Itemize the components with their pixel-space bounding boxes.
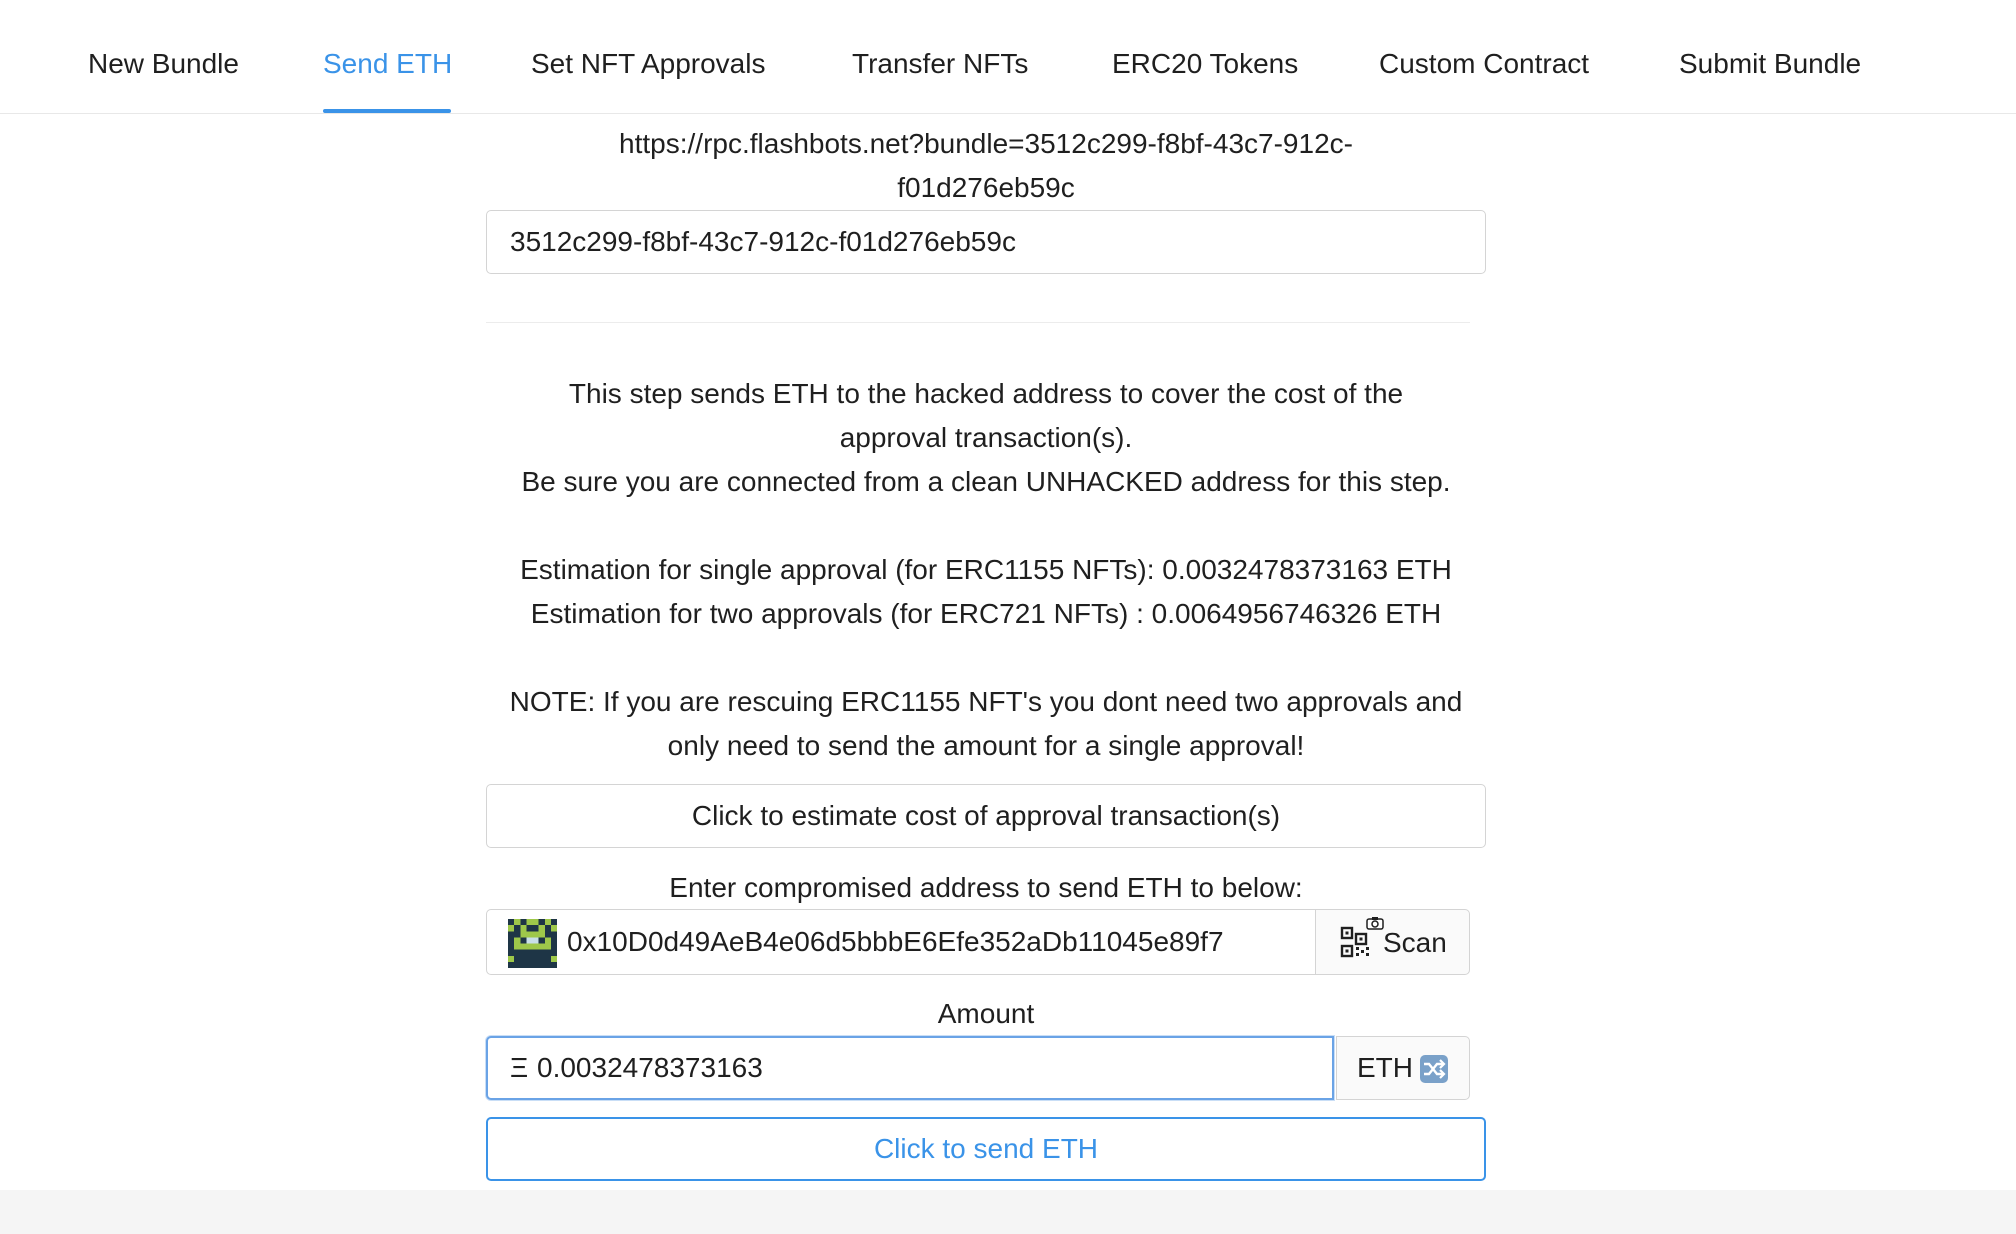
estimate-single-text: Estimation for single approval (for ERC1… bbox=[520, 554, 1452, 585]
send-eth-button-label: Click to send ETH bbox=[873, 1133, 1099, 1164]
info-line-1: This step sends ETH to the hacked addres… bbox=[568, 378, 1404, 409]
swap-icon bbox=[1419, 1054, 1449, 1084]
amount-value: 0.0032478373163 bbox=[537, 1052, 763, 1083]
send-eth-button[interactable]: Click to send ETH bbox=[486, 1117, 1486, 1181]
tab-transfer-nfts[interactable]: Transfer NFTs bbox=[852, 44, 1028, 84]
address-input[interactable]: 0x10D0d49AeB4e06d5bbbE6Efe352aDb11045e89… bbox=[486, 909, 1316, 975]
note-line-2: only need to send the amount for a singl… bbox=[667, 730, 1305, 761]
tab-set-nft-approvals[interactable]: Set NFT Approvals bbox=[531, 44, 765, 84]
tab-send-eth[interactable]: Send ETH bbox=[323, 44, 452, 84]
camera-icon bbox=[1366, 916, 1384, 930]
amount-input[interactable]: Ξ 0.0032478373163 bbox=[486, 1036, 1334, 1100]
blockie-avatar-icon bbox=[508, 919, 557, 968]
bundle-id-field[interactable]: 3512c299-f8bf-43c7-912c-f01d276eb59c bbox=[486, 210, 1486, 274]
info-line-2: approval transaction(s). bbox=[839, 422, 1133, 453]
bundle-rpc-url-line1: https://rpc.flashbots.net?bundle=3512c29… bbox=[619, 128, 1353, 159]
estimate-cost-button[interactable]: Click to estimate cost of approval trans… bbox=[486, 784, 1486, 848]
amount-label: Amount bbox=[937, 998, 1035, 1029]
tab-new-bundle[interactable]: New Bundle bbox=[88, 44, 239, 84]
bundle-id-value: 3512c299-f8bf-43c7-912c-f01d276eb59c bbox=[510, 226, 1016, 257]
address-value: 0x10D0d49AeB4e06d5bbbE6Efe352aDb11045e89… bbox=[567, 926, 1224, 957]
active-tab-indicator bbox=[323, 109, 451, 113]
divider bbox=[486, 322, 1470, 323]
page-bottom bbox=[0, 1190, 2016, 1234]
note-line-1: NOTE: If you are rescuing ERC1155 NFT's … bbox=[509, 686, 1463, 717]
bundle-rpc-url-line2: f01d276eb59c bbox=[897, 172, 1075, 203]
tab-custom-contract[interactable]: Custom Contract bbox=[1379, 44, 1589, 84]
estimate-double-text: Estimation for two approvals (for ERC721… bbox=[530, 598, 1442, 629]
scan-label: Scan bbox=[1383, 927, 1447, 958]
scan-button[interactable]: Scan bbox=[1315, 909, 1470, 975]
qr-code-icon bbox=[1340, 926, 1372, 958]
tab-erc20-tokens[interactable]: ERC20 Tokens bbox=[1112, 44, 1298, 84]
estimate-cost-button-label: Click to estimate cost of approval trans… bbox=[691, 800, 1281, 831]
currency-label: ETH bbox=[1357, 1052, 1413, 1083]
currency-toggle-button[interactable]: ETH bbox=[1336, 1036, 1470, 1100]
tab-bar: New Bundle Send ETH Set NFT Approvals Tr… bbox=[0, 0, 2016, 114]
amount-prefix: Ξ bbox=[510, 1052, 529, 1083]
tab-submit-bundle[interactable]: Submit Bundle bbox=[1679, 44, 1861, 84]
address-label: Enter compromised address to send ETH to… bbox=[669, 872, 1303, 903]
info-line-3: Be sure you are connected from a clean U… bbox=[521, 466, 1451, 497]
